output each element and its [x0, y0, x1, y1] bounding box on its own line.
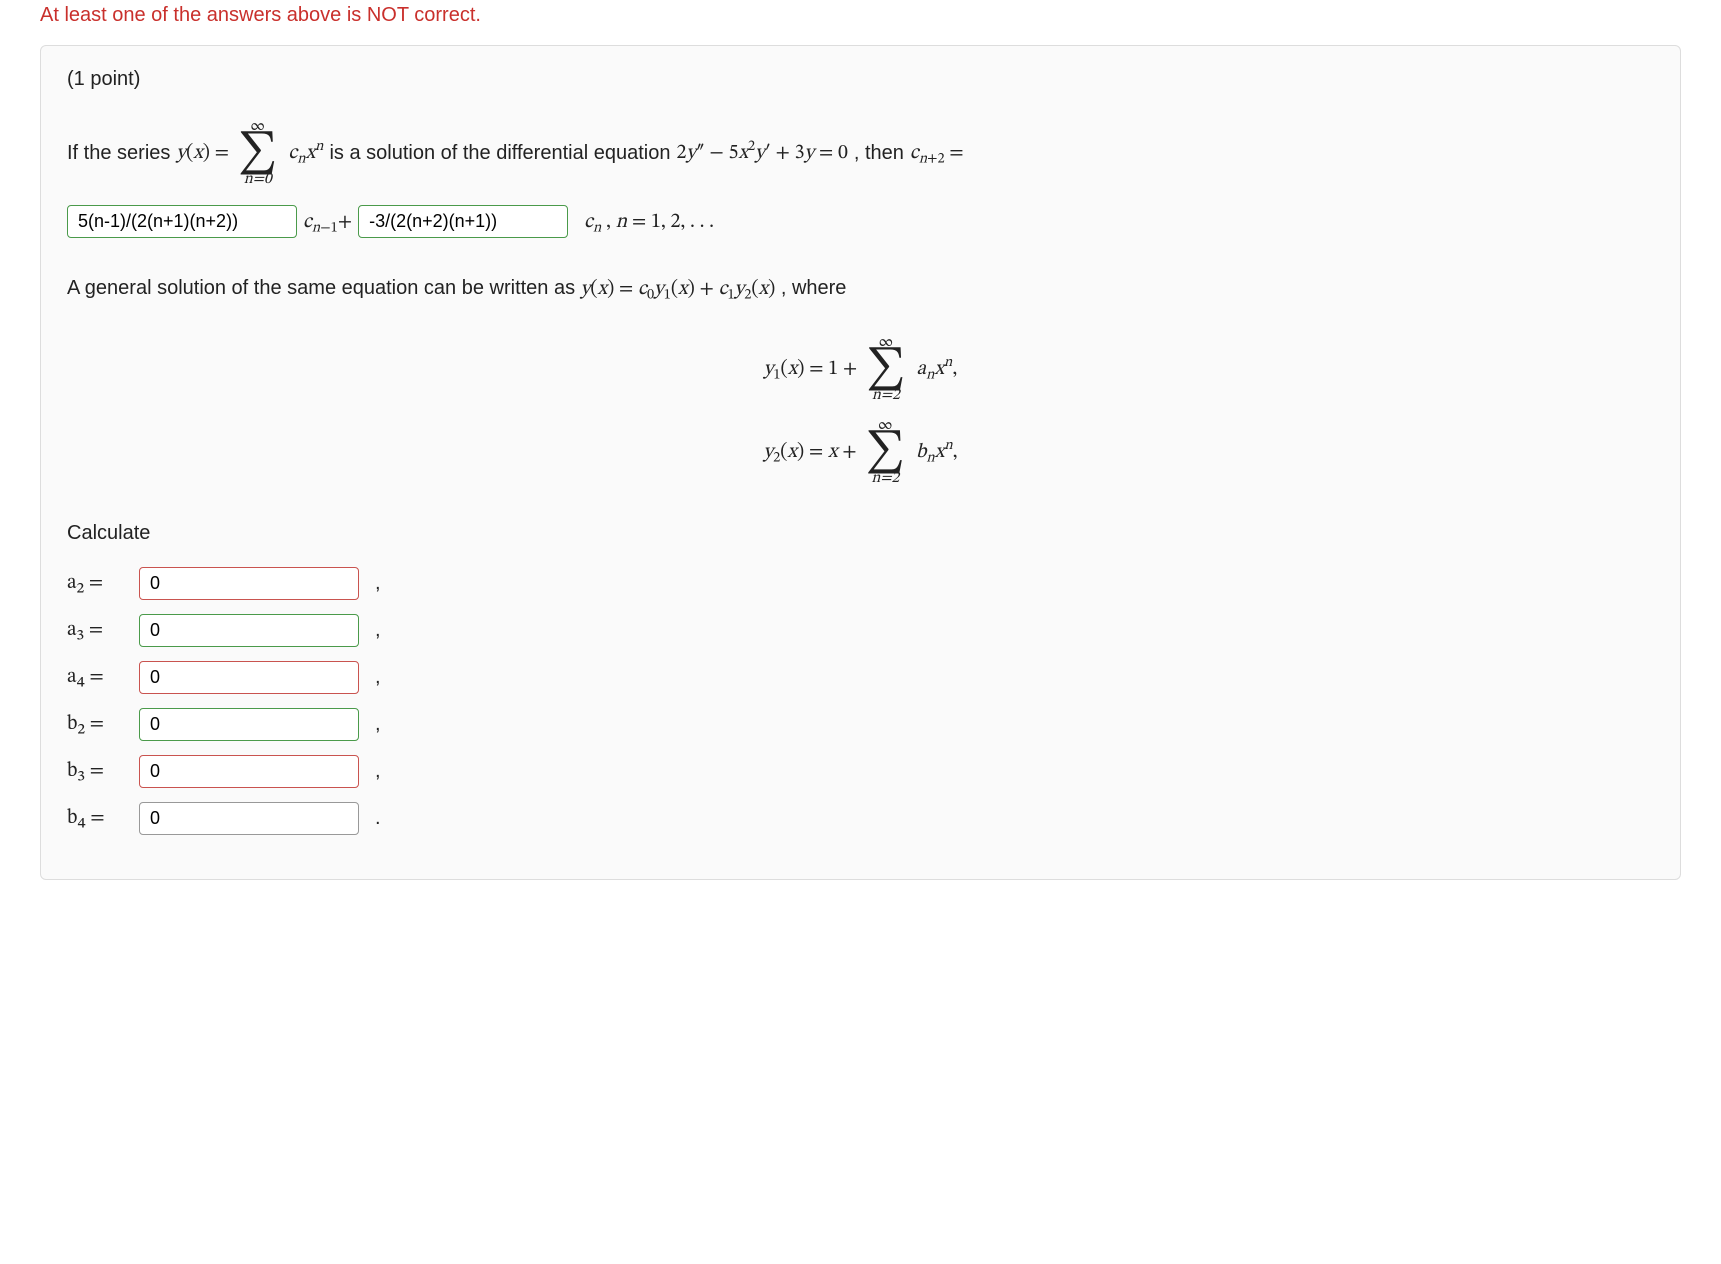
intro-prefix: If the series — [67, 133, 170, 173]
answer-label: b₃ = — [67, 759, 129, 784]
answer-input[interactable] — [139, 614, 359, 647]
sum-sigma-1: ∞ ∑ n=0 — [238, 119, 277, 188]
answer-input[interactable] — [139, 802, 359, 835]
answer-row: b₄ =. — [67, 802, 1654, 835]
cnp2-label: cn+2 = — [910, 133, 964, 173]
answer-input[interactable] — [139, 755, 359, 788]
error-message: At least one of the answers above is NOT… — [40, 0, 1681, 45]
answer-label: b₂ = — [67, 712, 129, 737]
answer-label: a₃ = — [67, 618, 129, 643]
answer-label: b₄ = — [67, 806, 129, 831]
recurrence-line: If the series y(x) = ∞ ∑ n=0 cnxn is a s… — [67, 119, 1654, 188]
intro-mid: is a solution of the differential equati… — [329, 133, 670, 173]
answer-row: a₄ =, — [67, 661, 1654, 694]
answer-terminator: , — [375, 619, 381, 642]
intro-then: , then — [854, 133, 904, 173]
answer-terminator: , — [375, 760, 381, 783]
sum-sigma-y2: ∞ ∑ n=2 — [866, 418, 905, 487]
answer-rows: a₂ =,a₃ =,a₄ =,b₂ =,b₃ =,b₄ =. — [67, 567, 1654, 835]
answer-terminator: . — [375, 807, 381, 830]
recurrence-input-2[interactable] — [358, 205, 568, 238]
answer-input[interactable] — [139, 567, 359, 600]
sum-sigma-y1: ∞ ∑ n=2 — [866, 335, 905, 404]
problem-container: (1 point) If the series y(x) = ∞ ∑ n=0 c… — [40, 45, 1681, 880]
answer-row: b₃ =, — [67, 755, 1654, 788]
answer-label: a₂ = — [67, 571, 129, 596]
calculate-label: Calculate — [67, 513, 1654, 553]
between-inputs: cn−1+ — [303, 202, 352, 242]
recurrence-tail: cn , n = 1, 2, . . . — [584, 202, 714, 242]
y1-y2-definitions: y1(x) = 1 + ∞ ∑ n=2 anxn, y2(x) = x + ∞ … — [67, 335, 1654, 487]
ode-equation: 2y″ − 5x2y′ + 3y = 0 — [676, 133, 847, 173]
answer-row: a₃ =, — [67, 614, 1654, 647]
answer-row: a₂ =, — [67, 567, 1654, 600]
answer-terminator: , — [375, 572, 381, 595]
answer-input[interactable] — [139, 661, 359, 694]
answer-terminator: , — [375, 666, 381, 689]
answer-row: b₂ =, — [67, 708, 1654, 741]
recurrence-input-1[interactable] — [67, 205, 297, 238]
points-label: (1 point) — [67, 68, 1654, 91]
recurrence-inputs-line: cn−1+ cn , n = 1, 2, . . . — [67, 202, 1654, 242]
answer-label: a₄ = — [67, 665, 129, 690]
answer-terminator: , — [375, 713, 381, 736]
answer-input[interactable] — [139, 708, 359, 741]
general-solution-text: A general solution of the same equation … — [67, 268, 1654, 309]
